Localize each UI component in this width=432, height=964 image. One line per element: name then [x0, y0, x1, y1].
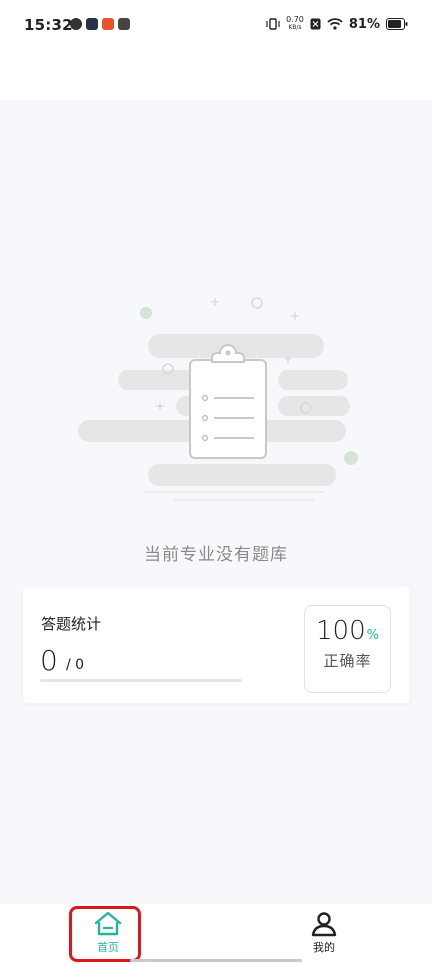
answer-progress-bar: [40, 679, 242, 682]
bottom-nav: 首页 我的: [0, 904, 432, 964]
sim-off-icon: [310, 18, 321, 30]
video-app-icon: [86, 18, 98, 30]
vibrate-icon: [266, 18, 280, 30]
shopping-app-icon: [102, 18, 114, 30]
user-icon: [311, 912, 337, 937]
accuracy-label: 正确率: [323, 652, 372, 670]
stats-title: 答题统计: [41, 615, 102, 633]
nav-mine-tab[interactable]: 我的: [284, 904, 364, 964]
highlight-frame: [69, 906, 141, 962]
battery-percent: 81%: [348, 16, 380, 32]
home-indicator: [130, 959, 302, 962]
wifi-icon: [327, 18, 343, 30]
notification-icons: [70, 18, 130, 30]
accuracy-value: 100: [316, 616, 366, 646]
status-right: 0.70 KB/s 81%: [266, 16, 408, 32]
answered-count: 0: [40, 644, 58, 677]
message-app-icon: [118, 18, 130, 30]
nav-mine-label: 我的: [313, 941, 335, 954]
app-notification-icon: [70, 18, 82, 30]
empty-message: 当前专业没有题库: [144, 545, 288, 565]
net-speed: 0.70 KB/s: [286, 15, 304, 32]
battery-icon: [386, 18, 408, 30]
answer-stats-card[interactable]: 答题统计 0 / 0 100% 正确率: [23, 587, 410, 703]
status-time: 15:32: [24, 16, 73, 34]
accuracy-box: 100% 正确率: [304, 605, 391, 693]
accuracy-unit: %: [366, 628, 379, 643]
clipboard-list-icon: [78, 297, 358, 501]
total-count: / 0: [66, 657, 85, 673]
status-bar: 15:32 0.70 KB/s 81%: [0, 0, 432, 52]
